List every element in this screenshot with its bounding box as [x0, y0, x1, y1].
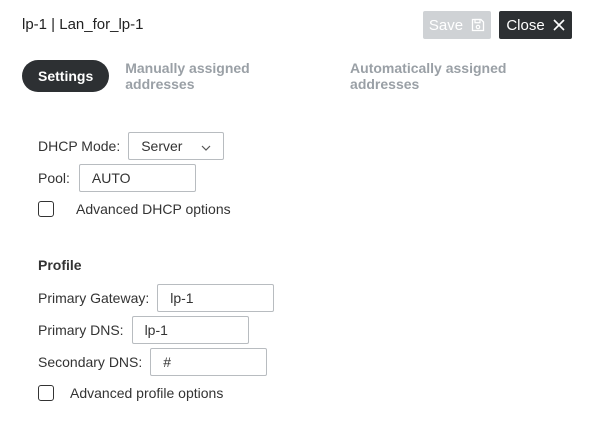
advanced-dhcp-checkbox[interactable]: [38, 201, 54, 217]
tab-manually-assigned-addresses[interactable]: Manually assigned addresses: [109, 60, 334, 92]
secondary-dns-row: Secondary DNS: #: [38, 348, 268, 376]
close-icon: [553, 19, 565, 31]
primary-gateway-row: Primary Gateway: lp-1: [38, 284, 275, 312]
profile-section-title: Profile: [38, 257, 82, 273]
close-button-label: Close: [506, 16, 545, 34]
secondary-dns-label: Secondary DNS:: [38, 354, 143, 370]
pool-input[interactable]: AUTO: [78, 164, 196, 192]
page-title: lp-1 | Lan_for_lp-1: [22, 16, 144, 33]
tab-settings[interactable]: Settings: [22, 60, 110, 92]
advanced-dhcp-label: Advanced DHCP options: [76, 201, 231, 217]
close-button[interactable]: Close: [499, 11, 572, 39]
dhcp-mode-select[interactable]: Server: [128, 132, 225, 160]
primary-gateway-input[interactable]: lp-1: [157, 284, 275, 312]
dhcp-mode-value: Server: [141, 138, 183, 154]
pool-row: Pool: AUTO: [38, 164, 196, 192]
primary-dns-row: Primary DNS: lp-1: [38, 316, 249, 344]
pool-label: Pool:: [38, 170, 70, 186]
chevron-down-icon: [201, 138, 211, 154]
secondary-dns-input[interactable]: #: [150, 348, 268, 376]
save-button-label: Save: [428, 16, 464, 34]
tab-bar: Settings Manually assigned addresses Aut…: [22, 60, 590, 92]
save-button[interactable]: Save: [423, 11, 491, 39]
tab-automatically-assigned-addresses[interactable]: Automatically assigned addresses: [334, 60, 590, 92]
advanced-profile-checkbox[interactable]: [38, 385, 54, 401]
primary-dns-label: Primary DNS:: [38, 322, 124, 338]
advanced-dhcp-row: Advanced DHCP options: [38, 201, 231, 217]
primary-gateway-label: Primary Gateway:: [38, 290, 150, 306]
dhcp-mode-row: DHCP Mode: Server: [38, 132, 225, 160]
primary-dns-input[interactable]: lp-1: [131, 316, 249, 344]
advanced-profile-label: Advanced profile options: [70, 385, 224, 401]
advanced-profile-row: Advanced profile options: [38, 385, 223, 401]
dhcp-mode-label: DHCP Mode:: [38, 138, 121, 154]
floppy-disk-icon: [471, 18, 485, 32]
